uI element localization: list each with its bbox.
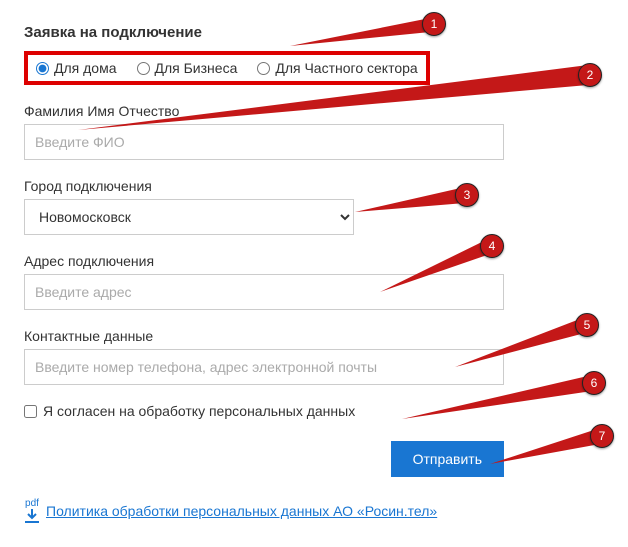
radio-business-label: Для Бизнеса	[155, 60, 238, 76]
radio-private-sector[interactable]	[257, 62, 270, 75]
pdf-download-icon: pdf	[24, 499, 40, 523]
contact-field: Контактные данные	[24, 328, 604, 385]
address-input[interactable]	[24, 274, 504, 310]
city-select[interactable]: Новомосковск	[24, 199, 354, 235]
pdf-tag: pdf	[25, 499, 39, 509]
callout-badge-7: 7	[590, 424, 614, 448]
submit-button[interactable]: Отправить	[391, 441, 504, 477]
address-field: Адрес подключения	[24, 253, 604, 310]
submit-row: Отправить	[24, 441, 504, 477]
consent-label: Я согласен на обработку персональных дан…	[43, 403, 355, 419]
fullname-label: Фамилия Имя Отчество	[24, 103, 604, 119]
radio-home[interactable]	[36, 62, 49, 75]
consent-row: Я согласен на обработку персональных дан…	[24, 403, 604, 419]
radio-option-home[interactable]: Для дома	[36, 60, 117, 76]
consent-checkbox[interactable]	[24, 405, 37, 418]
contact-label: Контактные данные	[24, 328, 604, 344]
radio-option-business[interactable]: Для Бизнеса	[137, 60, 238, 76]
address-label: Адрес подключения	[24, 253, 604, 269]
fullname-field: Фамилия Имя Отчество	[24, 103, 604, 160]
radio-option-private-sector[interactable]: Для Частного сектора	[257, 60, 417, 76]
radio-private-sector-label: Для Частного сектора	[275, 60, 417, 76]
contact-input[interactable]	[24, 349, 504, 385]
radio-home-label: Для дома	[54, 60, 117, 76]
city-label: Город подключения	[24, 178, 604, 194]
callout-badge-2: 2	[578, 63, 602, 87]
radio-business[interactable]	[137, 62, 150, 75]
policy-row: pdf Политика обработки персональных данн…	[24, 499, 604, 523]
city-field: Город подключения Новомосковск	[24, 178, 604, 235]
policy-link[interactable]: Политика обработки персональных данных А…	[46, 503, 437, 519]
connection-type-radio-group: Для дома Для Бизнеса Для Частного сектор…	[24, 51, 430, 85]
callout-7: 7	[490, 428, 610, 468]
fullname-input[interactable]	[24, 124, 504, 160]
form-title: Заявка на подключение	[24, 24, 604, 41]
